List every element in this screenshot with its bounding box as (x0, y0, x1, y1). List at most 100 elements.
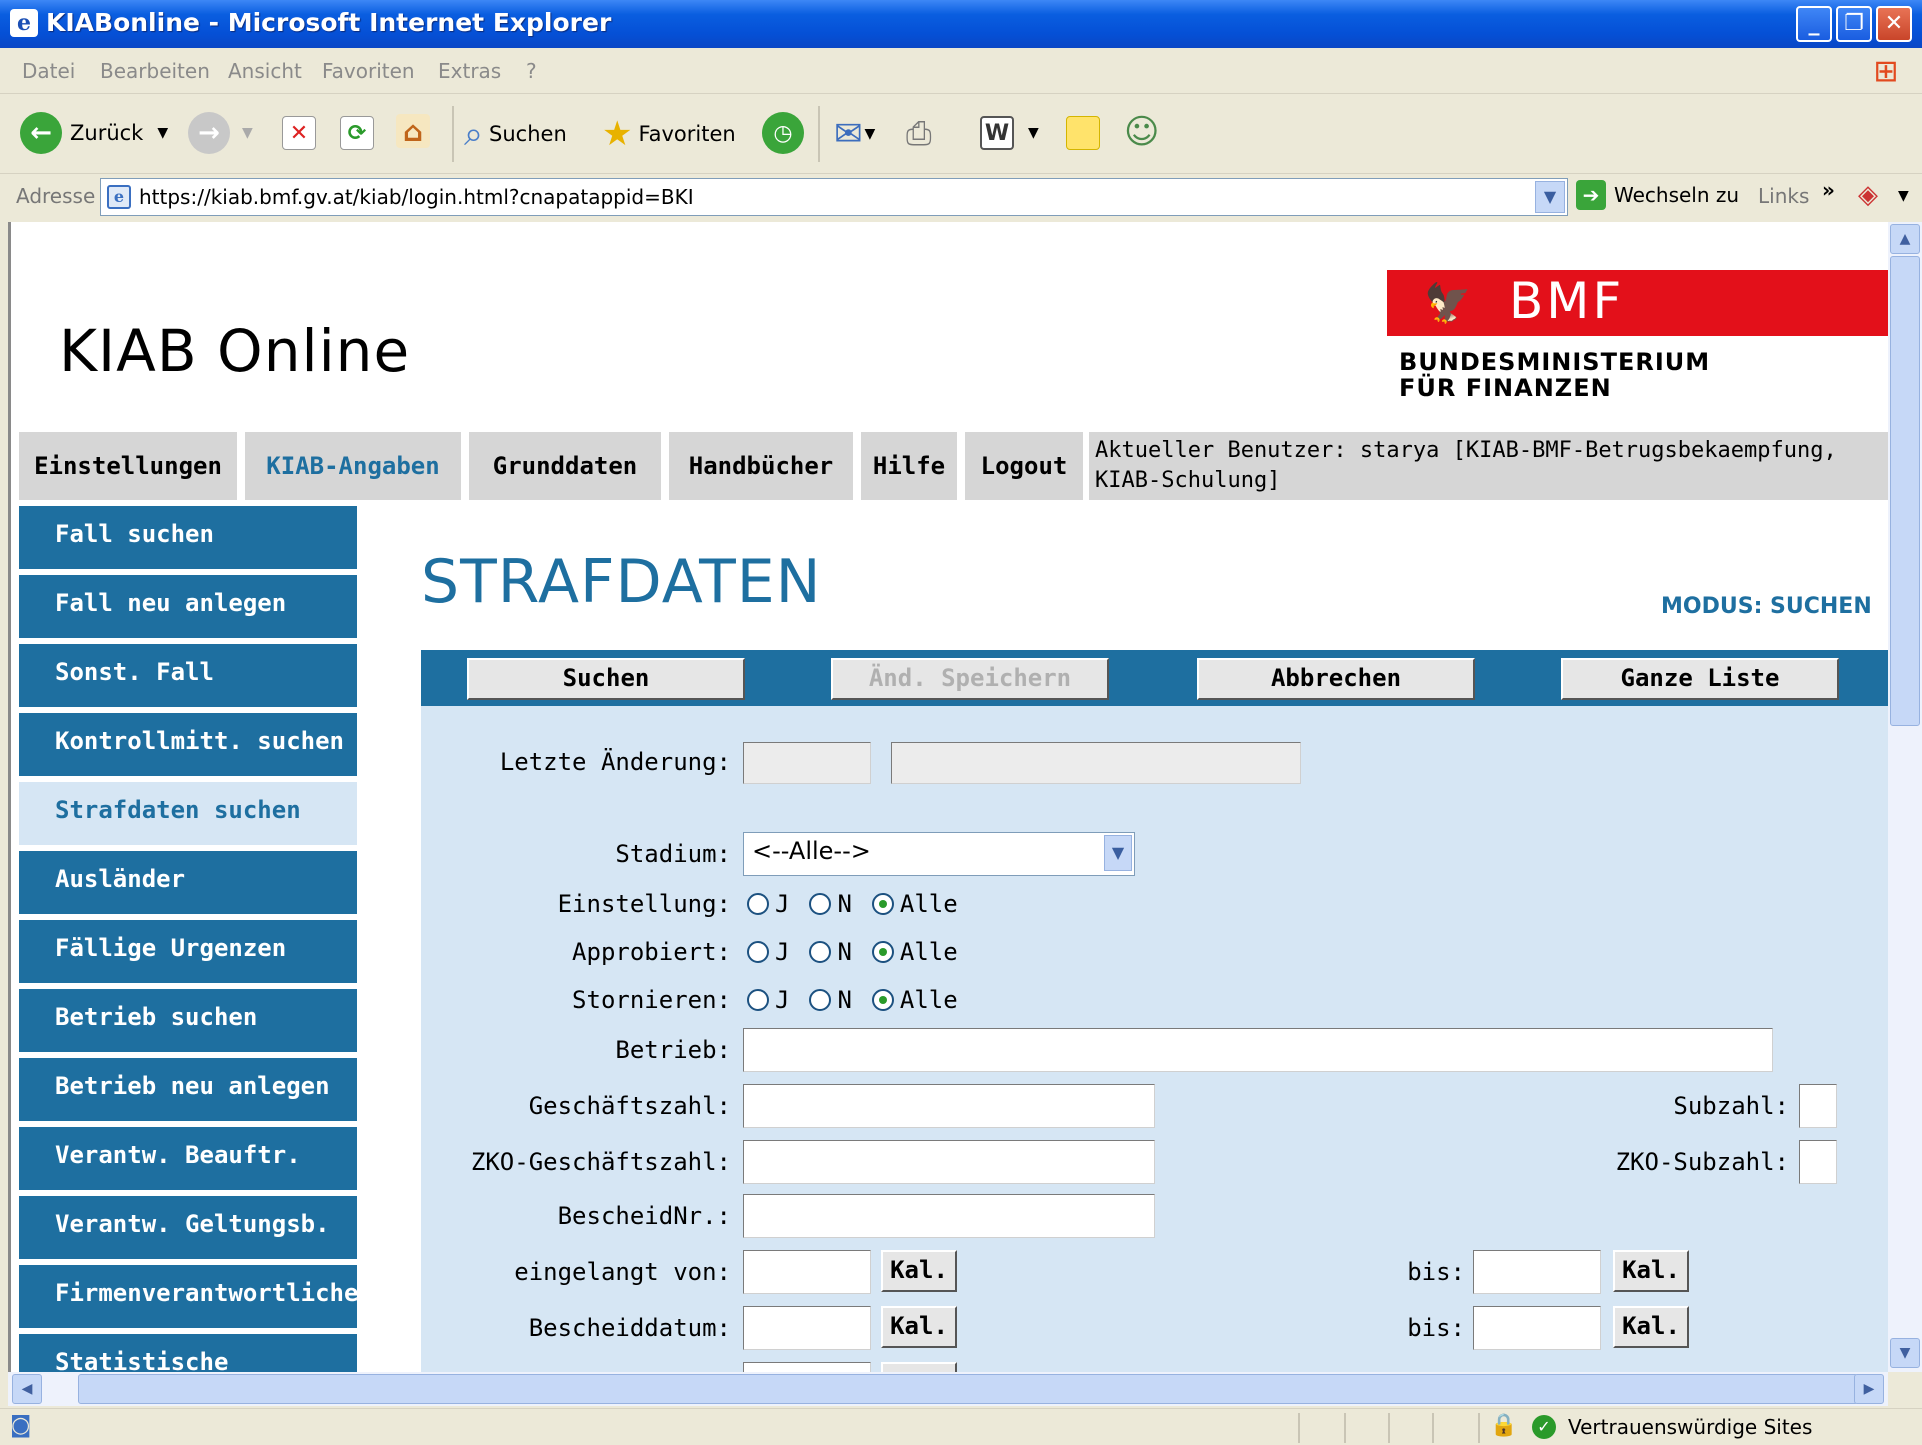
nav-strafdaten-suchen[interactable]: Strafdaten suchen (19, 782, 357, 848)
mail-button[interactable]: ✉ ▼ (834, 114, 875, 154)
scroll-left-icon[interactable]: ◀ (12, 1374, 42, 1404)
stop-button[interactable]: ✕ (282, 116, 316, 150)
home-button[interactable]: ⌂ (396, 114, 430, 148)
suchen-button[interactable]: Suchen (467, 658, 745, 700)
tab-hilfe[interactable]: Hilfe (861, 432, 957, 500)
address-input[interactable]: e https://kiab.bmf.gv.at/kiab/login.html… (100, 178, 1568, 216)
search-label: Suchen (489, 122, 567, 146)
bescheiddatum-von-input[interactable] (743, 1306, 871, 1350)
stornieren-alle-radio[interactable] (871, 989, 894, 1011)
bmf-logo[interactable]: 🦅 BMF (1387, 270, 1888, 336)
menu-ansicht[interactable]: Ansicht (228, 59, 302, 83)
einstellung-j-radio[interactable] (747, 893, 769, 915)
history-button[interactable]: ◷ (762, 112, 804, 154)
bescheiddatum-bis-label: bis: (1407, 1314, 1465, 1342)
horizontal-scrollbar[interactable]: ◀ ▶ (8, 1372, 1888, 1406)
bescheidnr-input[interactable] (743, 1194, 1155, 1238)
approbiert-alle-radio[interactable] (871, 941, 894, 963)
chevron-down-icon[interactable]: ▼ (865, 126, 876, 142)
links-label[interactable]: Links (1758, 184, 1809, 208)
menu-bearbeiten[interactable]: Bearbeiten (100, 59, 210, 83)
nav-sonst-fall[interactable]: Sonst. Fall (19, 644, 357, 710)
radio-label: J (775, 890, 790, 918)
nav-statistische[interactable]: Statistische (19, 1334, 357, 1372)
tab-einstellungen[interactable]: Einstellungen (19, 432, 237, 500)
abbrechen-button[interactable]: Abbrechen (1197, 658, 1475, 700)
nav-betrieb-suchen[interactable]: Betrieb suchen (19, 989, 357, 1055)
notes-button[interactable] (1066, 116, 1100, 150)
vertical-scroll-thumb[interactable] (1890, 256, 1920, 726)
close-icon[interactable]: ✕ (1876, 6, 1912, 42)
edit-button[interactable]: W ▼ (980, 116, 1039, 150)
minimize-icon[interactable]: _ (1796, 6, 1832, 42)
zko-subzahl-input[interactable] (1799, 1140, 1837, 1184)
refresh-button[interactable]: ⟳ (340, 116, 374, 150)
chevron-down-icon[interactable]: ▼ (157, 125, 168, 141)
menu-favoriten[interactable]: Favoriten (322, 59, 415, 83)
eingelangt-von-calendar-button[interactable]: Kal. (881, 1250, 957, 1292)
nav-faellige-urgenzen[interactable]: Fällige Urgenzen (19, 920, 357, 986)
eingelangt-bis-label: bis: (1407, 1258, 1465, 1286)
lock-icon[interactable]: 🔒 (1490, 1413, 1517, 1438)
messenger-button[interactable]: ☺ (1124, 112, 1159, 152)
go-button[interactable]: ➔ Wechseln zu (1576, 180, 1739, 210)
tab-handbuecher[interactable]: Handbücher (669, 432, 853, 500)
next-row-input[interactable] (743, 1362, 871, 1372)
maximize-icon[interactable]: ❐ (1836, 6, 1872, 42)
print-button[interactable]: ⎙ (906, 114, 932, 153)
eingelangt-bis-input[interactable] (1473, 1250, 1601, 1294)
search-button[interactable]: ⌕ Suchen (464, 114, 567, 154)
nav-fall-suchen[interactable]: Fall suchen (19, 506, 357, 572)
stornieren-n-radio[interactable] (809, 989, 832, 1011)
nav-betrieb-neu-anlegen[interactable]: Betrieb neu anlegen (19, 1058, 357, 1124)
subzahl-input[interactable] (1799, 1084, 1837, 1128)
horizontal-scroll-thumb[interactable] (78, 1374, 1858, 1404)
einstellung-alle-radio[interactable] (871, 893, 894, 915)
vertical-scrollbar[interactable]: ▲ ▼ (1888, 222, 1922, 1372)
nav-kontrollmitt-suchen[interactable]: Kontrollmitt. suchen (19, 713, 357, 779)
menu-help[interactable]: ? (526, 59, 537, 83)
tab-logout[interactable]: Logout (965, 432, 1083, 500)
radio-label: Alle (899, 986, 958, 1014)
ministry-name-line2: FÜR FINANZEN (1399, 374, 1612, 402)
scroll-up-icon[interactable]: ▲ (1890, 224, 1920, 254)
chevron-down-icon[interactable]: ▼ (1028, 125, 1039, 141)
stornieren-j-radio[interactable] (747, 989, 769, 1011)
nav-verantw-beauftr[interactable]: Verantw. Beauftr. (19, 1127, 357, 1193)
betrieb-input[interactable] (743, 1028, 1773, 1072)
addon-icon[interactable]: ◈ (1858, 180, 1878, 210)
approbiert-label: Approbiert: (572, 938, 731, 966)
back-button[interactable]: ← Zurück ▼ (20, 112, 168, 154)
tab-kiab-angaben[interactable]: KIAB-Angaben (245, 432, 461, 500)
einstellung-n-radio[interactable] (809, 893, 832, 915)
chevron-down-icon[interactable]: ▼ (1898, 188, 1909, 204)
zko-geschaeftszahl-input[interactable] (743, 1140, 1155, 1184)
bescheiddatum-bis-input[interactable] (1473, 1306, 1601, 1350)
chevron-down-icon[interactable]: ▼ (242, 125, 253, 141)
nav-fall-neu-anlegen[interactable]: Fall neu anlegen (19, 575, 357, 641)
forward-button[interactable]: → ▼ (188, 112, 253, 154)
nav-verantw-geltungsb[interactable]: Verantw. Geltungsb. (19, 1196, 357, 1262)
scroll-down-icon[interactable]: ▼ (1890, 1338, 1920, 1368)
stadium-select[interactable]: <--Alle--> ▼ (743, 832, 1135, 876)
eingelangt-bis-calendar-button[interactable]: Kal. (1613, 1250, 1689, 1292)
geschaeftszahl-input[interactable] (743, 1084, 1155, 1128)
favorites-button[interactable]: ★ Favoriten (602, 114, 736, 154)
back-arrow-icon: ← (20, 112, 62, 154)
nav-auslaender[interactable]: Ausländer (19, 851, 357, 917)
bescheiddatum-von-calendar-button[interactable]: Kal. (881, 1306, 957, 1348)
chevron-right-icon[interactable]: » (1822, 178, 1835, 202)
eingelangt-von-input[interactable] (743, 1250, 871, 1294)
chevron-down-icon[interactable]: ▼ (1535, 181, 1565, 213)
ganze-liste-button[interactable]: Ganze Liste (1561, 658, 1839, 700)
scroll-right-icon[interactable]: ▶ (1854, 1374, 1884, 1404)
approbiert-n-radio[interactable] (809, 941, 832, 963)
next-row-calendar-button[interactable] (881, 1362, 957, 1372)
bescheiddatum-bis-calendar-button[interactable]: Kal. (1613, 1306, 1689, 1348)
nav-firmenverantwortlicher[interactable]: Firmenverantwortlicher (19, 1265, 373, 1331)
approbiert-j-radio[interactable] (747, 941, 769, 963)
menu-datei[interactable]: Datei (22, 59, 75, 83)
tab-grunddaten[interactable]: Grunddaten (469, 432, 661, 500)
menu-extras[interactable]: Extras (438, 59, 501, 83)
star-icon: ★ (602, 114, 633, 154)
